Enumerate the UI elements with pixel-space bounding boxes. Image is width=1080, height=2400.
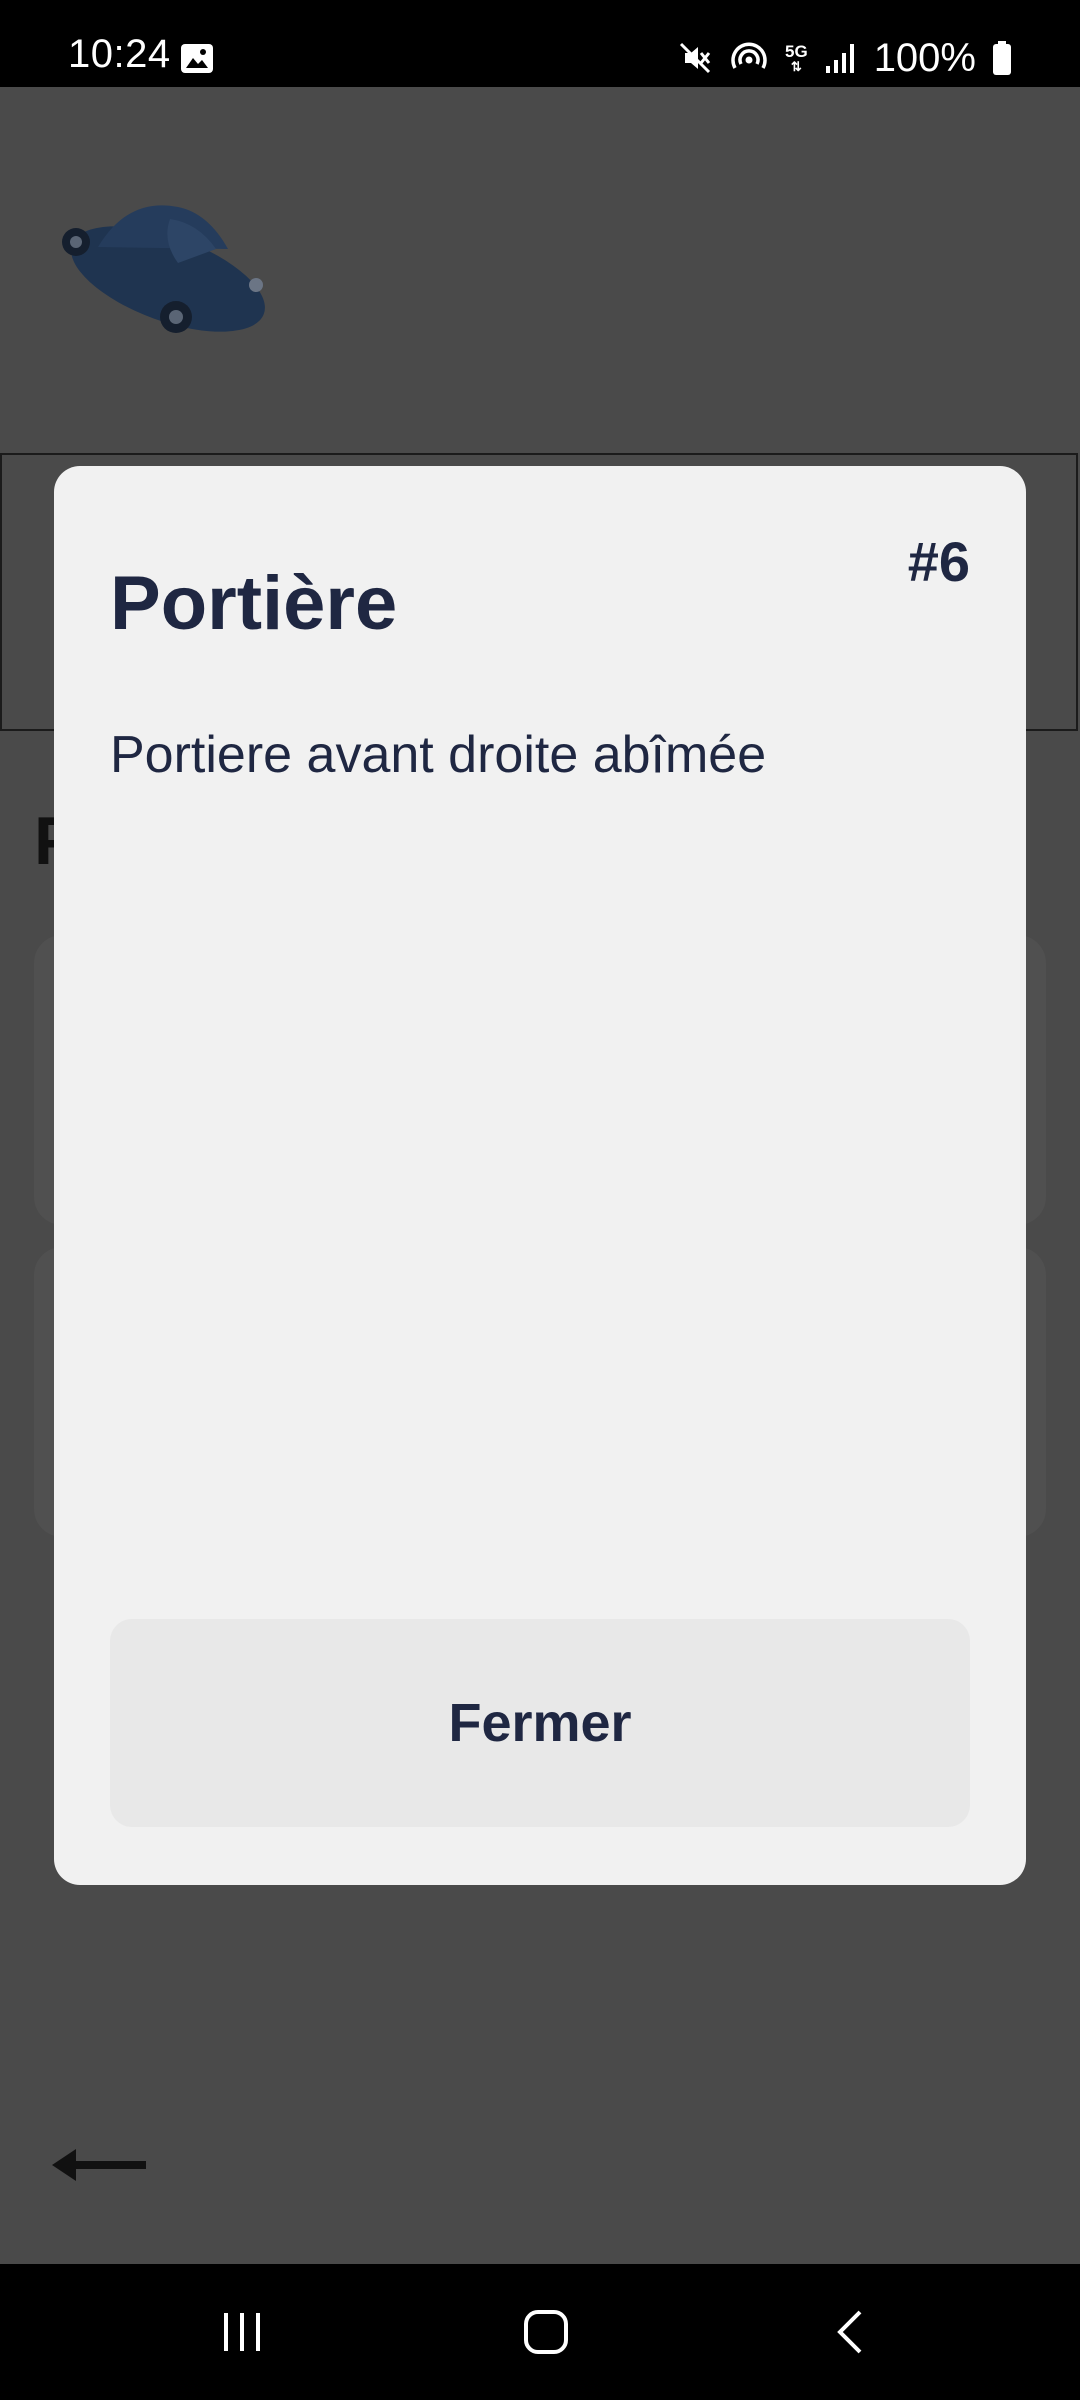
status-time: 10:24 bbox=[68, 32, 171, 76]
status-bar: 10:24 5G ⇅ 100% bbox=[0, 0, 1080, 87]
status-icons: 5G ⇅ 100% bbox=[677, 36, 1012, 80]
battery-icon bbox=[993, 41, 1011, 75]
recents-icon bbox=[224, 2313, 260, 2351]
modal-number-badge: #6 bbox=[907, 530, 970, 593]
network-5g-icon: 5G ⇅ bbox=[785, 42, 808, 74]
screen: 10:24 5G ⇅ 100% Portière #6 Portiere ava… bbox=[0, 0, 1080, 2400]
navigation-bar bbox=[0, 2264, 1080, 2400]
recents-button[interactable] bbox=[172, 2264, 312, 2400]
home-button[interactable] bbox=[476, 2264, 616, 2400]
hotspot-icon bbox=[731, 42, 767, 69]
back-icon bbox=[837, 2310, 862, 2354]
close-button[interactable]: Fermer bbox=[110, 1619, 970, 1827]
battery-percentage: 100% bbox=[873, 36, 976, 80]
damage-detail-modal: Portière #6 Portiere avant droite abîmée… bbox=[54, 466, 1026, 1885]
network-5g-label: 5G bbox=[785, 42, 808, 61]
modal-title: Portière bbox=[110, 561, 398, 646]
back-button[interactable] bbox=[780, 2264, 920, 2400]
mute-icon bbox=[679, 42, 711, 74]
modal-description: Portiere avant droite abîmée bbox=[110, 726, 767, 784]
arrow-left-icon[interactable] bbox=[50, 2135, 150, 2195]
car-icon bbox=[62, 205, 265, 333]
home-icon bbox=[524, 2310, 568, 2354]
gallery-icon bbox=[181, 44, 213, 73]
signal-icon bbox=[825, 44, 854, 73]
